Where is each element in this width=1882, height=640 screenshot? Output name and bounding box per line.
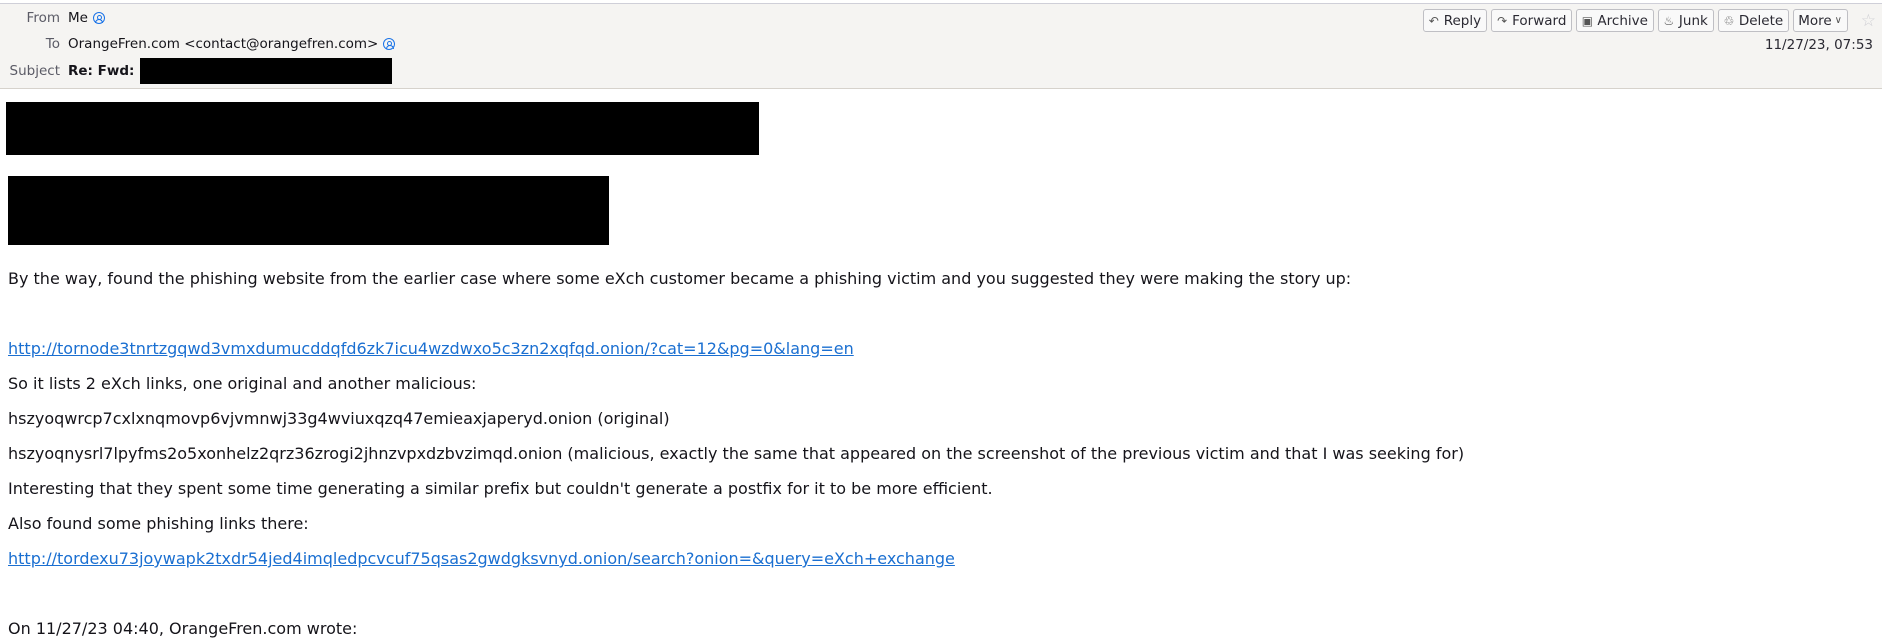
contact-icon[interactable] xyxy=(383,38,396,50)
message-date: 11/27/23, 07:53 xyxy=(1764,37,1873,53)
to-value[interactable]: OrangeFren.com <contact@orangefren.com> xyxy=(68,36,378,52)
message-header: From Me To OrangeFren.com <contact@orang… xyxy=(0,4,1882,89)
forward-icon: ↷ xyxy=(1497,13,1508,28)
body-redaction-2 xyxy=(8,176,609,245)
forward-button[interactable]: ↷ Forward xyxy=(1491,9,1573,32)
archive-label: Archive xyxy=(1597,12,1648,29)
phishing-link-2: http://tordexu73joywapk2txdr54jed4imqled… xyxy=(8,549,955,568)
reply-icon: ↶ xyxy=(1428,13,1439,28)
archive-button[interactable]: ▣ Archive xyxy=(1576,9,1654,32)
star-icon[interactable]: ☆ xyxy=(1861,11,1876,31)
subject-label: Subject xyxy=(9,63,60,79)
malicious-onion-line: hszyoqnysrl7lpyfms2o5xonhelz2qrz36zrogi2… xyxy=(8,444,1465,463)
from-row: From Me xyxy=(0,10,105,26)
reply-label: Reply xyxy=(1443,12,1482,29)
more-label: More xyxy=(1798,12,1832,29)
body-paragraph: Interesting that they spent some time ge… xyxy=(8,479,993,498)
from-label: From xyxy=(26,10,60,26)
more-button[interactable]: More ∨ xyxy=(1793,9,1848,32)
to-label: To xyxy=(45,36,60,52)
onion-link-2[interactable]: http://tordexu73joywapk2txdr54jed4imqled… xyxy=(8,549,955,568)
junk-button[interactable]: ♨ Junk xyxy=(1657,9,1714,32)
phishing-link-1: http://tornode3tnrtzgqwd3vmxdumucddqfd6z… xyxy=(8,339,854,358)
chevron-down-icon: ∨ xyxy=(1834,15,1842,26)
message-toolbar: ↶ Reply ↷ Forward ▣ Archive ♨ Junk ♲ Del… xyxy=(1422,9,1848,32)
body-paragraph: So it lists 2 eXch links, one original a… xyxy=(8,374,477,393)
from-value[interactable]: Me xyxy=(68,10,88,26)
contact-icon[interactable] xyxy=(92,12,105,24)
archive-icon: ▣ xyxy=(1581,13,1594,28)
forward-label: Forward xyxy=(1512,12,1567,29)
body-paragraph: By the way, found the phishing website f… xyxy=(8,269,1352,288)
delete-label: Delete xyxy=(1738,12,1784,29)
delete-button[interactable]: ♲ Delete xyxy=(1717,9,1790,32)
quote-header: On 11/27/23 04:40, OrangeFren.com wrote: xyxy=(8,619,358,638)
body-redaction-1 xyxy=(6,102,759,155)
junk-icon: ♨ xyxy=(1663,13,1675,28)
onion-link-1[interactable]: http://tornode3tnrtzgqwd3vmxdumucddqfd6z… xyxy=(8,339,854,358)
reply-button[interactable]: ↶ Reply xyxy=(1422,9,1488,32)
original-onion-line: hszyoqwrcp7cxlxnqmovp6vjvmnwj33g4wviuxqz… xyxy=(8,409,670,428)
subject-row: Subject Re: Fwd: xyxy=(0,58,393,84)
subject-redaction xyxy=(140,58,393,84)
junk-label: Junk xyxy=(1678,12,1708,29)
to-row: To OrangeFren.com <contact@orangefren.co… xyxy=(0,36,396,52)
body-paragraph: Also found some phishing links there: xyxy=(8,514,309,533)
subject-prefix: Re: Fwd: xyxy=(68,63,135,79)
trash-icon: ♲ xyxy=(1723,13,1735,28)
